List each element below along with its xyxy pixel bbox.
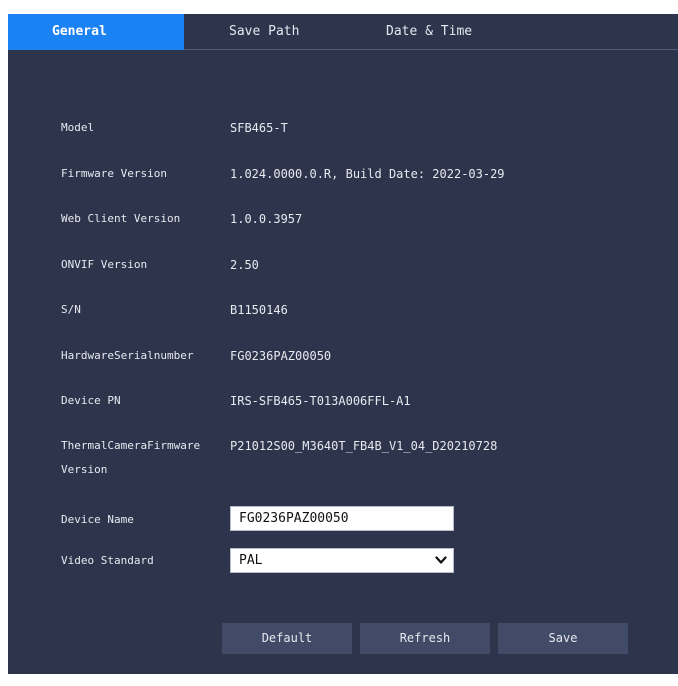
tab-general[interactable]: General (8, 14, 184, 50)
device-name-label: Device Name (61, 513, 134, 526)
video-standard-select[interactable]: PAL (230, 548, 454, 573)
general-settings-panel: General Save Path Date & Time Model SFB4… (8, 14, 678, 674)
model-label: Model (61, 121, 95, 134)
tab-bar: General Save Path Date & Time (8, 14, 678, 50)
hardware-serial-label: HardwareSerialnumber (61, 349, 194, 362)
onvif-version-label: ONVIF Version (61, 258, 148, 271)
device-pn-label: Device PN (61, 394, 121, 407)
thermal-firmware-label-line1: ThermalCameraFirmware (61, 439, 201, 452)
save-button[interactable]: Save (498, 623, 628, 654)
web-client-version-label: Web Client Version (61, 212, 181, 225)
model-value: SFB465-T (230, 121, 288, 135)
refresh-button[interactable]: Refresh (360, 623, 490, 654)
chevron-down-icon (435, 556, 447, 564)
hardware-serial-value: FG0236PAZ00050 (230, 349, 332, 363)
firmware-version-value: 1.024.0000.0.R, Build Date: 2022-03-29 (230, 167, 505, 181)
tab-save-path[interactable]: Save Path (229, 14, 299, 50)
web-client-version-value: 1.0.0.3957 (230, 212, 303, 226)
onvif-version-value: 2.50 (230, 258, 259, 272)
thermal-firmware-value: P21012S00_M3640T_FB4B_V1_04_D20210728 (230, 439, 498, 453)
tab-date-time[interactable]: Date & Time (386, 14, 472, 50)
firmware-version-label: Firmware Version (61, 167, 167, 180)
video-standard-value: PAL (239, 553, 263, 568)
thermal-firmware-label-line2: Version (61, 463, 108, 476)
default-button[interactable]: Default (222, 623, 352, 654)
device-pn-value: IRS-SFB465-T013A006FFL-A1 (230, 394, 411, 408)
serial-number-label: S/N (61, 303, 81, 316)
serial-number-value: B1150146 (230, 303, 288, 317)
video-standard-label: Video Standard (61, 554, 154, 567)
device-name-input[interactable] (230, 506, 454, 531)
